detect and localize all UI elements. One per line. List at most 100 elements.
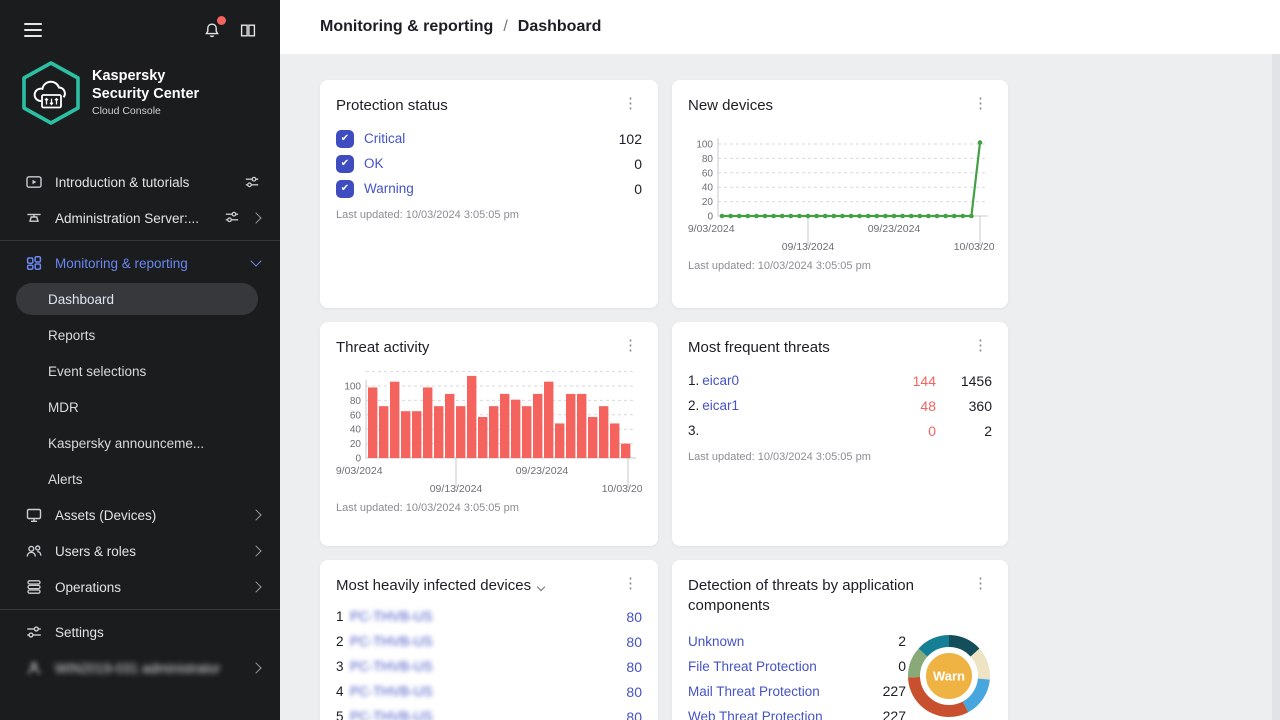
svg-text:60: 60: [702, 169, 714, 180]
checkbox-critical[interactable]: ✔: [336, 130, 354, 148]
breadcrumb-separator: /: [503, 18, 507, 36]
documentation-book-icon[interactable]: [238, 21, 258, 40]
device-name-blurred[interactable]: PC-THVB-US: [350, 659, 433, 674]
chevron-down-icon: [250, 255, 261, 266]
protection-value-warning: 0: [634, 181, 642, 197]
sidebar-item-settings[interactable]: Settings: [0, 614, 280, 650]
component-link[interactable]: Web Threat Protection: [688, 709, 823, 720]
kebab-menu-icon[interactable]: ⋮: [619, 576, 642, 592]
component-link[interactable]: File Threat Protection: [688, 659, 817, 674]
sidebar-item-assets[interactable]: Assets (Devices): [0, 497, 280, 533]
threat-active-count: 144: [890, 373, 936, 389]
kebab-menu-icon[interactable]: ⋮: [969, 96, 992, 112]
sidebar-item-mdr[interactable]: MDR: [0, 389, 280, 425]
notifications-bell-icon[interactable]: [202, 21, 222, 40]
configure-sliders-icon[interactable]: [244, 174, 260, 190]
new-devices-line-chart: 02040608010009/03/202409/13/202409/23/20…: [688, 120, 994, 258]
sidebar-item-label: Users & roles: [55, 544, 136, 559]
card-threat-activity: Threat activity ⋮ 02040608010009/03/2024…: [320, 322, 658, 546]
kebab-menu-icon[interactable]: ⋮: [969, 338, 992, 354]
sidebar-item-reports[interactable]: Reports: [0, 317, 280, 353]
sidebar-item-introduction[interactable]: Introduction & tutorials: [0, 164, 280, 200]
protection-link-critical[interactable]: Critical: [364, 131, 405, 146]
sidebar-item-label: Assets (Devices): [55, 508, 156, 523]
sidebar-item-label: Monitoring & reporting: [55, 256, 188, 271]
protection-value-ok: 0: [634, 156, 642, 172]
vertical-scrollbar[interactable]: [1272, 54, 1280, 720]
chevron-right-icon: [250, 212, 261, 223]
sidebar-divider: [0, 240, 280, 241]
threat-total-count: 1456: [936, 373, 992, 389]
sidebar-item-monitoring[interactable]: Monitoring & reporting: [0, 245, 280, 281]
sidebar-item-operations[interactable]: Operations: [0, 569, 280, 605]
sidebar-item-users-roles[interactable]: Users & roles: [0, 533, 280, 569]
device-name-blurred[interactable]: PC-THVB-US: [350, 684, 433, 699]
menu-hamburger-icon[interactable]: [22, 21, 44, 39]
detection-row: Mail Threat Protection 227: [688, 679, 906, 704]
kebab-menu-icon[interactable]: ⋮: [619, 338, 642, 354]
sidebar-item-dashboard[interactable]: Dashboard: [16, 283, 258, 315]
device-threat-count[interactable]: 80: [626, 634, 642, 650]
checkbox-warning[interactable]: ✔: [336, 180, 354, 198]
svg-text:09/03/2024: 09/03/2024: [688, 223, 735, 235]
notification-dot: [217, 16, 226, 25]
threat-name-link[interactable]: eicar1: [702, 398, 739, 413]
kebab-menu-icon[interactable]: ⋮: [619, 96, 642, 112]
device-threat-count[interactable]: 80: [626, 659, 642, 675]
sidebar: Kaspersky Security Center Cloud Console …: [0, 0, 280, 720]
sidebar-item-event-selections[interactable]: Event selections: [0, 353, 280, 389]
card-title: Threat activity: [336, 338, 429, 358]
device-threat-count[interactable]: 80: [626, 709, 642, 720]
logo-brand: Kaspersky: [92, 68, 199, 86]
sidebar-item-label: Administration Server:...: [55, 211, 199, 226]
device-threat-count[interactable]: 80: [626, 609, 642, 625]
infected-device-row: 4 PC-THVB-US 80: [336, 679, 642, 704]
svg-text:0: 0: [707, 212, 713, 223]
component-link[interactable]: Unknown: [688, 634, 744, 649]
dashboard-grid-icon: [25, 254, 43, 272]
svg-text:Warn: Warn: [933, 668, 965, 683]
card-new-devices: New devices ⋮ 02040608010009/03/202409/1…: [672, 80, 1008, 308]
checkbox-ok[interactable]: ✔: [336, 155, 354, 173]
device-threat-count[interactable]: 80: [626, 684, 642, 700]
svg-text:20: 20: [702, 197, 714, 208]
threat-active-count: 0: [890, 423, 936, 439]
protection-link-ok[interactable]: OK: [364, 156, 384, 171]
sidebar-divider: [0, 609, 280, 610]
sidebar-nav: Introduction & tutorials Administration …: [0, 164, 280, 686]
sidebar-top-bar: [0, 0, 280, 60]
component-link[interactable]: Mail Threat Protection: [688, 684, 820, 699]
settings-sliders-icon: [25, 623, 43, 641]
sidebar-item-announcements[interactable]: Kaspersky announceme...: [0, 425, 280, 461]
card-most-heavily-infected: Most heavily infected devices ⋮ 1 PC-THV…: [320, 560, 658, 720]
svg-text:09/23/2024: 09/23/2024: [516, 465, 569, 477]
title-dropdown-chevron-icon[interactable]: [537, 583, 545, 591]
sidebar-item-alerts[interactable]: Alerts: [0, 461, 280, 497]
component-count: 2: [898, 633, 906, 649]
last-updated-text: Last updated: 10/03/2024 3:05:05 pm: [336, 209, 642, 221]
svg-text:09/13/2024: 09/13/2024: [430, 483, 483, 495]
configure-sliders-icon[interactable]: [224, 209, 240, 228]
detection-row: Unknown 2: [688, 629, 906, 654]
breadcrumb-parent[interactable]: Monitoring & reporting: [320, 18, 493, 36]
svg-text:80: 80: [702, 154, 714, 165]
kebab-menu-icon[interactable]: ⋮: [969, 576, 992, 592]
infected-device-row: 3 PC-THVB-US 80: [336, 654, 642, 679]
kaspersky-logo-icon: [20, 60, 82, 126]
device-name-blurred[interactable]: PC-THVB-US: [350, 609, 433, 624]
account-name-blurred: WIN2019-031 administrator: [55, 661, 220, 676]
sidebar-item-label: Operations: [55, 580, 121, 595]
device-name-blurred[interactable]: PC-THVB-US: [350, 709, 433, 720]
infected-device-row: 2 PC-THVB-US 80: [336, 629, 642, 654]
svg-text:40: 40: [702, 183, 714, 194]
sidebar-item-account[interactable]: WIN2019-031 administrator: [0, 650, 280, 686]
card-protection-status: Protection status ⋮ ✔ Critical 102 ✔ OK …: [320, 80, 658, 308]
protection-link-warning[interactable]: Warning: [364, 181, 414, 196]
sidebar-item-label: Introduction & tutorials: [55, 175, 189, 190]
device-name-blurred[interactable]: PC-THVB-US: [350, 634, 433, 649]
chevron-right-icon: [250, 581, 261, 592]
protection-row-warning: ✔ Warning 0: [336, 176, 642, 201]
threat-name-link[interactable]: eicar0: [702, 373, 739, 388]
protection-value-critical: 102: [619, 131, 642, 147]
sidebar-item-administration-server[interactable]: Administration Server:...: [0, 200, 280, 236]
